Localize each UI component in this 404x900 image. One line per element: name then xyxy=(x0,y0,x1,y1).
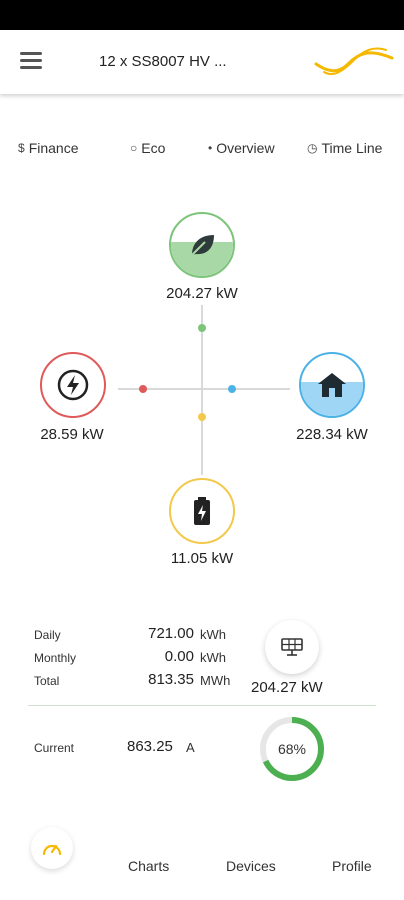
status-bar xyxy=(0,0,404,30)
tab-label: Time Line xyxy=(321,140,383,156)
dollar-icon: $ xyxy=(18,141,25,155)
stat-monthly: Monthly 0.00 kWh xyxy=(34,648,234,668)
energy-flow-lines xyxy=(118,305,290,475)
nav-profile[interactable]: Profile xyxy=(332,858,372,874)
battery-value: 11.05 kW xyxy=(170,550,234,567)
stat-unit: MWh xyxy=(200,673,231,688)
stat-value: 721.00 xyxy=(148,625,194,642)
tab-label: Eco xyxy=(141,140,166,156)
house-icon xyxy=(301,354,363,416)
nav-charts[interactable]: Charts xyxy=(128,858,169,874)
stat-total: Total 813.35 MWh xyxy=(34,671,234,691)
tab-finance[interactable]: $ Finance xyxy=(18,140,79,156)
hamburger-menu-icon[interactable] xyxy=(20,52,42,70)
stat-value: 813.35 xyxy=(148,671,194,688)
nav-devices[interactable]: Devices xyxy=(226,858,276,874)
solar-panel-icon xyxy=(281,638,303,656)
clock-icon: ◷ xyxy=(307,141,318,155)
tab-label: Finance xyxy=(28,140,79,156)
eco-flow-dot xyxy=(198,324,206,332)
gauge-percent: 68% xyxy=(277,741,307,757)
current-unit: A xyxy=(186,740,195,755)
stat-unit: kWh xyxy=(200,627,226,642)
solar-value: 204.27 kW xyxy=(251,679,323,696)
stat-value: 0.00 xyxy=(164,648,194,665)
grid-value: 28.59 kW xyxy=(40,426,104,443)
grid-node[interactable] xyxy=(40,352,106,418)
app-bar: 12 x SS8007 HV ... xyxy=(0,30,404,94)
battery-node[interactable] xyxy=(169,478,235,544)
solar-panel-button[interactable] xyxy=(265,620,319,674)
home-flow-dot xyxy=(228,385,236,393)
stat-unit: kWh xyxy=(200,650,226,665)
tab-eco[interactable]: ○ Eco xyxy=(130,140,165,156)
brand-logo xyxy=(314,47,394,76)
home-node[interactable] xyxy=(299,352,365,418)
current-value: 863.25 xyxy=(127,738,173,755)
stat-label: Monthly xyxy=(34,651,77,665)
lightning-icon xyxy=(42,354,104,416)
grid-flow-dot xyxy=(139,385,147,393)
stat-label: Daily xyxy=(34,628,61,642)
tab-label: Overview xyxy=(216,140,275,156)
tab-bar: $ Finance ○ Eco • Overview ◷ Time Line xyxy=(0,140,404,164)
page-title: 12 x SS8007 HV ... xyxy=(99,53,227,70)
overview-icon: • xyxy=(208,141,213,155)
battery-icon xyxy=(171,480,233,542)
divider xyxy=(28,705,376,706)
speedometer-icon xyxy=(42,844,62,856)
eco-node[interactable] xyxy=(169,212,235,278)
battery-flow-dot xyxy=(198,413,206,421)
nav-dashboard-button[interactable] xyxy=(31,827,73,869)
eco-value: 204.27 kW xyxy=(166,285,238,302)
stat-daily: Daily 721.00 kWh xyxy=(34,625,234,645)
current-label: Current xyxy=(34,741,75,755)
eco-icon: ○ xyxy=(130,141,138,155)
leaf-icon xyxy=(171,214,233,276)
tab-overview[interactable]: • Overview xyxy=(208,140,275,156)
home-value: 228.34 kW xyxy=(296,426,368,443)
bottom-navigation: Charts Devices Profile xyxy=(0,820,404,900)
tab-timeline[interactable]: ◷ Time Line xyxy=(307,140,382,156)
stat-label: Total xyxy=(34,674,60,688)
